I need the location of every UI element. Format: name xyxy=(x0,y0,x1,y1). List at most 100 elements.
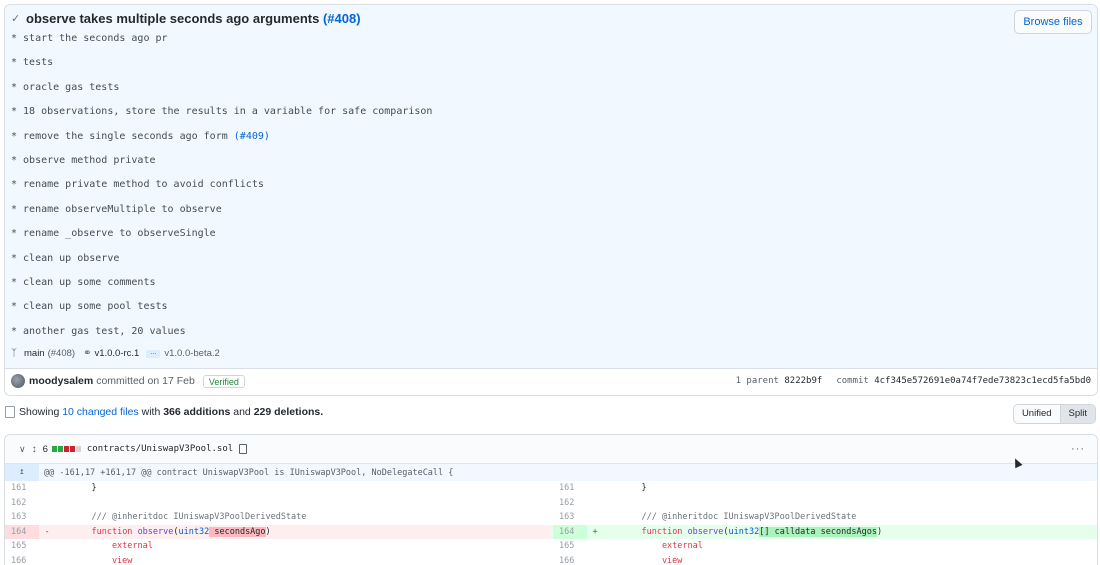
hunk-header-row: ↥ @@ -161,17 +161,17 @@ contract Uniswap… xyxy=(5,464,1097,481)
code-line: view xyxy=(71,555,133,565)
code-punct: ) xyxy=(265,526,271,537)
diff-left: 163 /// @inheritdoc IUniswapV3PoolDerive… xyxy=(5,510,551,525)
description-line: * clean up observe xyxy=(11,252,120,264)
commit-pr-link[interactable]: (#408) xyxy=(323,11,361,26)
chevron-down-icon[interactable]: ∨ xyxy=(19,444,26,455)
diff-row: 161 } 161 } xyxy=(5,481,1097,496)
committed-date: committed on 17 Feb xyxy=(96,375,195,387)
branch-name[interactable]: main xyxy=(24,348,45,359)
diffstat-block-del xyxy=(69,446,75,452)
line-number[interactable]: 161 xyxy=(553,481,587,496)
tag-end[interactable]: v1.0.0-beta.2 xyxy=(164,348,219,359)
commit-description: * start the seconds ago pr * tests * ora… xyxy=(11,32,432,349)
code-keyword: function xyxy=(641,526,683,537)
description-line: * remove the single seconds ago form (#4… xyxy=(11,130,432,154)
code-line-added: function observe(uint32[] calldata secon… xyxy=(621,525,882,540)
line-number[interactable]: 162 xyxy=(553,496,587,511)
line-number[interactable]: 165 xyxy=(553,539,587,554)
code-type: uint32 xyxy=(178,526,210,537)
code-function: observe xyxy=(137,526,174,537)
deletion-marker: - xyxy=(44,526,50,537)
diff-left: 166 view xyxy=(5,554,551,565)
description-line-text: * remove the single seconds ago form xyxy=(11,130,228,142)
diffstat-bar xyxy=(51,446,81,452)
expand-up-icon[interactable]: ↥ xyxy=(5,464,39,481)
diff-view-toggle: Unified Split xyxy=(1012,404,1096,424)
diff-left: 162 xyxy=(5,496,551,511)
code-highlight-deleted: secondsAgo xyxy=(214,526,266,537)
summary-with: with xyxy=(141,406,161,418)
line-number[interactable]: 163 xyxy=(5,510,39,525)
inline-pr-link[interactable]: (#409) xyxy=(234,131,270,142)
more-options-icon[interactable]: ··· xyxy=(1071,443,1085,455)
diff-row: 162 162 xyxy=(5,496,1097,511)
deletions-count: 229 deletions. xyxy=(253,406,324,418)
tag-start[interactable]: v1.0.0-rc.1 xyxy=(94,348,139,359)
author-row: moodysalem committed on 17 Feb Verified xyxy=(11,374,245,388)
description-line: * clean up some pool tests xyxy=(11,301,168,313)
line-number[interactable]: 161 xyxy=(5,481,39,496)
summary-and: and xyxy=(233,406,251,418)
description-line: * oracle gas tests xyxy=(11,81,120,93)
copy-path-icon[interactable] xyxy=(239,444,248,454)
commit-body: ✓ observe takes multiple seconds ago arg… xyxy=(5,5,1097,369)
commit-title: observe takes multiple seconds ago argum… xyxy=(26,11,361,26)
summary-prefix: Showing xyxy=(19,406,60,418)
parent-label: 1 parent xyxy=(735,376,779,386)
file-change-count: 6 xyxy=(42,443,48,455)
additions-count: 366 additions xyxy=(163,406,231,418)
line-number[interactable]: 163 xyxy=(553,510,587,525)
description-line: * 18 observations, store the results in … xyxy=(11,106,433,118)
commit-hash: 4cf345e572691e0a74f7ede73823c1ecd5fa5bd0 xyxy=(874,376,1091,386)
code-punct: ) xyxy=(876,526,883,537)
code-line-deleted: function observe(uint32 secondsAgo) xyxy=(71,525,271,540)
line-number[interactable]: 164 xyxy=(553,524,587,539)
diffstat-block-add xyxy=(57,446,63,452)
diff-right: 162 xyxy=(551,496,1097,511)
code-line: view xyxy=(621,555,683,565)
code-line: external xyxy=(71,541,153,551)
code-highlight-added: [] calldata secondsAgos xyxy=(759,526,877,537)
commit-label: commit xyxy=(836,376,869,386)
diffstat-block-del xyxy=(63,446,69,452)
avatar[interactable] xyxy=(11,374,25,388)
branch-tag-row: ᛉ main (#408) ⚭ v1.0.0-rc.1 ... v1.0.0-b… xyxy=(11,348,220,359)
commit-meta: 1 parent 8222b9f commit 4cf345e572691e0a… xyxy=(736,376,1091,386)
verified-badge[interactable]: Verified xyxy=(202,374,245,388)
line-number[interactable]: 164 xyxy=(5,524,39,539)
code-function: observe xyxy=(687,526,724,537)
file-diff-icon xyxy=(5,406,15,418)
expand-all-icon[interactable]: ↕ xyxy=(32,444,37,455)
code-line: } xyxy=(621,483,647,493)
diff-summary: Showing 10 changed files with 366 additi… xyxy=(5,406,323,418)
check-icon: ✓ xyxy=(11,12,21,25)
file-path[interactable]: contracts/UniswapV3Pool.sol xyxy=(87,444,233,454)
author-name[interactable]: moodysalem xyxy=(29,375,93,387)
diff-right: 163 /// @inheritdoc IUniswapV3PoolDerive… xyxy=(551,510,1097,525)
code-type: uint32 xyxy=(728,526,760,537)
line-number[interactable]: 162 xyxy=(5,496,39,511)
split-button[interactable]: Split xyxy=(1059,405,1095,423)
tags-ellipsis-button[interactable]: ... xyxy=(146,349,161,358)
description-line: * observe method private xyxy=(11,154,156,166)
unified-button[interactable]: Unified xyxy=(1013,405,1060,423)
commit-title-text: observe takes multiple seconds ago argum… xyxy=(26,11,320,26)
commit-box: ✓ observe takes multiple seconds ago arg… xyxy=(4,4,1098,396)
line-number[interactable]: 165 xyxy=(5,539,39,554)
parent-info: 1 parent 8222b9f xyxy=(736,376,823,386)
description-line: * rename observeMultiple to observe xyxy=(11,203,222,215)
diff-right: 166 view xyxy=(551,554,1097,565)
changed-files-link[interactable]: 10 changed files xyxy=(62,406,138,418)
file-header: ∨ ↕ 6 contracts/UniswapV3Pool.sol ··· xyxy=(5,435,1097,464)
line-number[interactable]: 166 xyxy=(5,554,39,565)
line-number[interactable]: 166 xyxy=(553,554,587,565)
browse-files-button[interactable]: Browse files xyxy=(1014,10,1092,34)
branch-icon: ᛉ xyxy=(11,348,17,359)
description-line: * clean up some comments xyxy=(11,276,156,288)
hunk-header: @@ -161,17 +161,17 @@ contract UniswapV3… xyxy=(44,467,454,478)
parent-hash-link[interactable]: 8222b9f xyxy=(784,376,822,386)
file-diff: ∨ ↕ 6 contracts/UniswapV3Pool.sol ··· ↥ … xyxy=(4,434,1098,565)
diff-right: 161 } xyxy=(551,481,1097,496)
diff-row-changed: 164 - function observe(uint32 secondsAgo… xyxy=(5,524,1097,540)
commit-info: commit 4cf345e572691e0a74f7ede73823c1ecd… xyxy=(836,376,1091,386)
